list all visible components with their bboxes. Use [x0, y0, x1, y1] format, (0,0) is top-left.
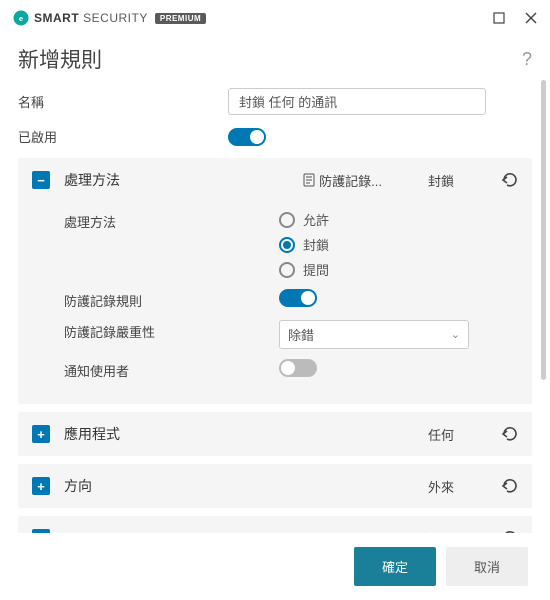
panel-action-summary-log[interactable]: 防護記錄...	[303, 171, 382, 190]
log-rule-label: 防護記錄規則	[64, 289, 279, 310]
brand-light: SECURITY	[83, 11, 148, 25]
panel-app: + 應用程式 任何	[18, 412, 532, 456]
radio-ask-label: 提問	[303, 260, 329, 279]
panel-action-header[interactable]: − 處理方法 防護記錄... 封鎖	[32, 168, 518, 192]
name-label: 名稱	[18, 92, 228, 111]
panel-action: − 處理方法 防護記錄... 封鎖 處理方法 允許 封鎖 提問	[18, 158, 532, 404]
name-input[interactable]	[228, 88, 486, 115]
notify-label: 通知使用者	[64, 359, 279, 380]
log-icon	[303, 173, 315, 187]
severity-row: 防護記錄嚴重性 除錯 ⌄	[64, 320, 518, 349]
brand-logo: e	[12, 9, 30, 27]
panel-action-title: 處理方法	[64, 170, 254, 190]
severity-select[interactable]: 除錯 ⌄	[279, 320, 469, 349]
expand-icon[interactable]: +	[32, 425, 50, 443]
undo-button[interactable]	[500, 426, 518, 442]
action-method-row: 處理方法 允許 封鎖 提問	[64, 210, 518, 279]
undo-button[interactable]	[500, 172, 518, 188]
panel-app-summary: 任何	[406, 425, 476, 444]
panel-direction-title: 方向	[64, 476, 254, 496]
panel-action-summary-log-text: 防護記錄...	[319, 171, 382, 190]
chevron-down-icon: ⌄	[451, 328, 460, 341]
enabled-toggle[interactable]	[228, 128, 266, 146]
log-rule-row: 防護記錄規則	[64, 289, 518, 310]
undo-button[interactable]	[500, 478, 518, 494]
help-button[interactable]: ?	[522, 49, 532, 70]
content-area: 名稱 已啟用 − 處理方法 防護記錄... 封鎖 處理方法 允許	[0, 88, 550, 556]
enabled-row: 已啟用	[18, 127, 532, 146]
scrollbar[interactable]	[541, 80, 546, 380]
notify-toggle[interactable]	[279, 359, 317, 377]
page-title: 新增規則	[18, 44, 102, 74]
notify-row: 通知使用者	[64, 359, 518, 380]
panel-direction-summary: 外來	[406, 477, 476, 496]
panel-app-header[interactable]: + 應用程式 任何	[32, 422, 518, 446]
log-rule-toggle[interactable]	[279, 289, 317, 307]
ok-button[interactable]: 確定	[354, 547, 436, 586]
action-radio-group: 允許 封鎖 提問	[279, 210, 518, 279]
brand: e SMART SECURITY PREMIUM	[12, 9, 206, 27]
radio-ask[interactable]: 提問	[279, 260, 518, 279]
name-row: 名稱	[18, 88, 532, 115]
footer: 確定 取消	[0, 533, 550, 600]
panel-direction: + 方向 外來	[18, 464, 532, 508]
panel-direction-header[interactable]: + 方向 外來	[32, 474, 518, 498]
panel-app-title: 應用程式	[64, 424, 254, 444]
enabled-label: 已啟用	[18, 127, 228, 146]
severity-label: 防護記錄嚴重性	[64, 320, 279, 341]
radio-block-label: 封鎖	[303, 235, 329, 254]
titlebar: e SMART SECURITY PREMIUM	[0, 0, 550, 36]
radio-block[interactable]: 封鎖	[279, 235, 518, 254]
header: 新增規則 ?	[0, 36, 550, 88]
panel-action-summary-action: 封鎖	[406, 171, 476, 190]
expand-icon[interactable]: +	[32, 477, 50, 495]
action-method-label: 處理方法	[64, 210, 279, 231]
severity-value: 除錯	[288, 325, 314, 344]
collapse-icon[interactable]: −	[32, 171, 50, 189]
brand-badge: PREMIUM	[155, 13, 206, 24]
panel-action-body: 處理方法 允許 封鎖 提問 防護記錄規則 防護記錄嚴重性 除錯 ⌄	[32, 192, 518, 394]
cancel-button[interactable]: 取消	[446, 547, 528, 586]
svg-text:e: e	[19, 14, 23, 23]
maximize-button[interactable]	[492, 11, 506, 25]
brand-bold: SMART	[34, 11, 79, 25]
radio-allow-label: 允許	[303, 210, 329, 229]
close-button[interactable]	[524, 11, 538, 25]
radio-allow[interactable]: 允許	[279, 210, 518, 229]
